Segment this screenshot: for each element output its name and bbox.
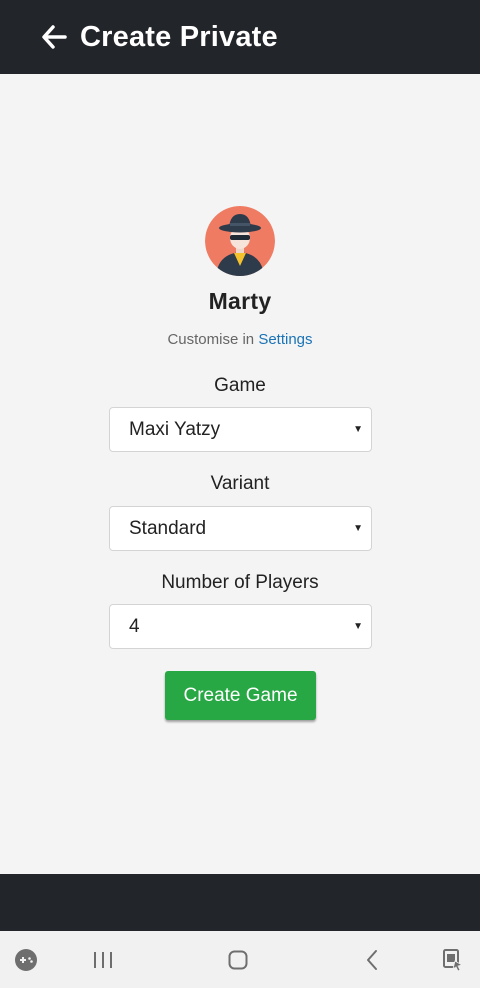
caret-down-icon: ▼ <box>353 621 363 632</box>
screen-touch-icon <box>443 949 464 972</box>
game-launcher-icon <box>15 949 37 971</box>
spy-avatar-icon <box>205 206 275 276</box>
main-content: Marty Customise in Settings Game Maxi Ya… <box>0 74 480 874</box>
home-icon <box>228 950 248 970</box>
footer-bar <box>0 874 480 931</box>
system-back-button[interactable] <box>357 945 387 975</box>
arrow-left-icon <box>42 25 67 49</box>
variant-select-value: Standard <box>129 517 207 539</box>
home-button[interactable] <box>223 945 253 975</box>
players-label: Number of Players <box>161 572 319 593</box>
settings-link[interactable]: Settings <box>258 331 312 348</box>
system-navigation-bar <box>0 931 480 988</box>
caret-down-icon: ▼ <box>353 424 363 435</box>
game-launcher-button[interactable] <box>11 945 41 975</box>
caret-down-icon: ▼ <box>353 523 363 534</box>
username: Marty <box>208 288 272 314</box>
screen-touch-button[interactable] <box>438 945 468 975</box>
players-select-value: 4 <box>129 615 140 637</box>
players-select[interactable]: 4 ▼ <box>109 604 372 649</box>
game-label: Game <box>214 375 266 396</box>
variant-label: Variant <box>210 473 270 494</box>
back-icon <box>367 950 377 970</box>
game-select-value: Maxi Yatzy <box>129 418 221 440</box>
recent-apps-icon <box>94 952 112 968</box>
recent-apps-button[interactable] <box>88 945 118 975</box>
variant-select[interactable]: Standard ▼ <box>109 506 372 551</box>
avatar[interactable] <box>205 206 275 276</box>
page-title: Create Private <box>80 20 278 53</box>
app-bar: Create Private <box>0 0 480 74</box>
customise-hint: Customise in Settings <box>0 331 480 348</box>
game-select[interactable]: Maxi Yatzy ▼ <box>109 407 372 452</box>
back-button[interactable] <box>30 13 78 61</box>
customise-prefix: Customise in <box>167 331 259 348</box>
create-game-button[interactable]: Create Game <box>165 671 316 720</box>
